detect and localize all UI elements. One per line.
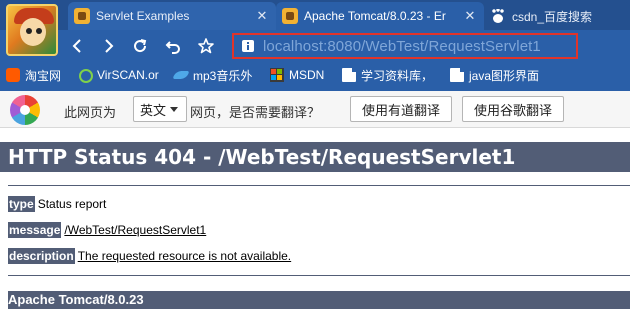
bookmark-study-library[interactable]: 学习资料库， [342, 65, 433, 85]
close-icon[interactable]: ✕ [462, 8, 478, 24]
star-icon [198, 38, 214, 54]
virscan-icon [78, 68, 93, 83]
document-icon [342, 68, 356, 82]
undo-icon [165, 41, 180, 54]
bookmark-label: mp3音乐外 [193, 68, 253, 83]
document-icon [450, 68, 464, 82]
tab-apache-tomcat[interactable]: Apache Tomcat/8.0.23 - Er ✕ [276, 2, 484, 30]
description-row: description The requested resource is not… [8, 248, 292, 264]
translate-prefix: 此网页为 [64, 105, 117, 120]
undo-button[interactable] [163, 36, 183, 56]
description-label: description [8, 248, 75, 264]
type-value: Status report [37, 197, 107, 211]
bookmark-label: MSDN [289, 68, 325, 82]
google-translate-button[interactable]: 使用谷歌翻译 [462, 96, 564, 122]
bookmark-label: 学习资料库， [361, 68, 434, 83]
server-footer: Apache Tomcat/8.0.23 [8, 291, 630, 309]
avatar-eye-left [26, 28, 32, 34]
description-value: The requested resource is not available. [77, 249, 292, 263]
message-row: message/WebTest/RequestServlet1 [8, 222, 207, 238]
back-button[interactable] [68, 36, 88, 56]
close-icon[interactable]: ✕ [254, 8, 270, 24]
forward-arrow-icon [105, 39, 114, 53]
bookmark-msdn[interactable]: MSDN [270, 65, 324, 85]
bookmark-virscan[interactable]: VirSCAN.or [78, 65, 159, 85]
back-arrow-icon [72, 39, 81, 53]
message-label: message [8, 222, 62, 238]
translate-question: 网页，是否需要翻译？ [190, 105, 321, 120]
language-value: 英文 [140, 102, 167, 118]
address-bar[interactable]: localhost:8080/WebTest/RequestServlet1 [232, 33, 578, 59]
tomcat-icon [74, 8, 90, 24]
youdao-translate-button[interactable]: 使用有道翻译 [350, 96, 452, 122]
msdn-icon [270, 68, 284, 82]
avatar-face [20, 18, 46, 46]
browser-chrome: Servlet Examples ✕ Apache Tomcat/8.0.23 … [0, 0, 630, 91]
tab-label: csdn_百度搜索 [512, 9, 593, 24]
baidu-paw-icon [490, 8, 506, 24]
translate-icon [10, 95, 40, 125]
bookmark-label: VirSCAN.or [97, 68, 159, 82]
translate-bar: 此网页为 英文 网页，是否需要翻译？ 使用有道翻译 使用谷歌翻译 [0, 91, 630, 128]
avatar-eye-right [36, 28, 42, 34]
bookmark-label: java图形界面 [469, 68, 540, 83]
page-info-icon[interactable] [241, 39, 255, 53]
page-title: HTTP Status 404 - /WebTest/RequestServle… [0, 142, 630, 172]
url-text[interactable]: localhost:8080/WebTest/RequestServlet1 [263, 38, 541, 55]
bookmark-mp3[interactable]: mp3音乐外 [174, 65, 252, 85]
type-label: type [8, 196, 35, 212]
type-row: type Status report [8, 196, 107, 212]
tab-csdn-baidu[interactable]: csdn_百度搜索 [484, 2, 630, 30]
tab-label: Apache Tomcat/8.0.23 - Er [304, 9, 446, 23]
tab-servlet-examples[interactable]: Servlet Examples ✕ [68, 2, 276, 30]
divider [8, 185, 630, 186]
forward-button[interactable] [98, 36, 118, 56]
profile-avatar[interactable] [6, 4, 58, 56]
bookmark-label: 淘宝网 [25, 68, 62, 83]
tab-label: Servlet Examples [96, 9, 190, 23]
taobao-icon [6, 68, 20, 82]
message-value: /WebTest/RequestServlet1 [64, 223, 207, 237]
chevron-down-icon [170, 106, 179, 112]
tomcat-icon [282, 8, 298, 24]
mp3-icon [174, 68, 188, 82]
bookmark-taobao[interactable]: 淘宝网 [6, 65, 61, 85]
bookmark-java-gui[interactable]: java图形界面 [450, 65, 539, 85]
divider [8, 275, 630, 276]
reload-icon [134, 39, 147, 53]
language-select[interactable]: 英文 [133, 96, 187, 122]
reload-button[interactable] [130, 36, 150, 56]
bookmark-star-button[interactable] [196, 36, 216, 56]
bookmarks-bar: 淘宝网 VirSCAN.or mp3音乐外 MSDN 学习资料库， java图形… [0, 62, 630, 88]
